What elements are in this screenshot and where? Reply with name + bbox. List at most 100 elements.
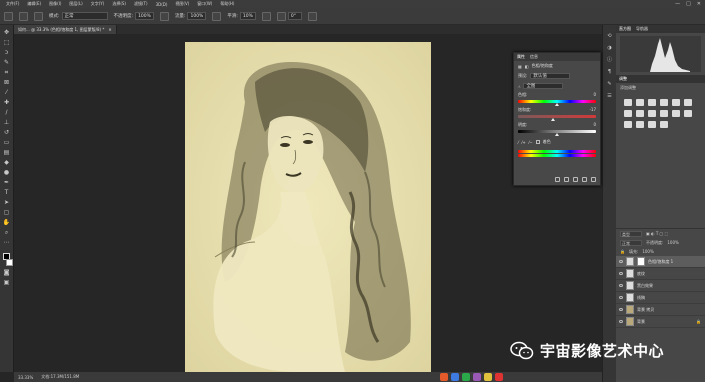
color-balance-icon[interactable] xyxy=(624,110,632,117)
layer-row[interactable]: 底纹 xyxy=(616,268,705,280)
document-tab[interactable]: 如何... @ 33.3% (色相/饱和度 1, 图层蒙版/8) * ✕ xyxy=(14,25,117,34)
color-lookup-icon[interactable] xyxy=(672,110,680,117)
tab-properties[interactable]: 属性 xyxy=(517,54,525,60)
pressure-size-icon[interactable] xyxy=(307,11,317,21)
gradient-map-icon[interactable] xyxy=(648,121,656,128)
target-adjust-icon[interactable]: ☝ xyxy=(518,84,520,89)
layer-row[interactable]: 色相/饱和度 1 xyxy=(616,256,705,268)
tool-preset-icon[interactable] xyxy=(4,11,13,21)
airbrush-icon[interactable] xyxy=(212,11,222,21)
brush-size-picker[interactable] xyxy=(19,11,28,21)
menu-image[interactable]: 图像(I) xyxy=(49,1,61,7)
hue-saturation-icon[interactable] xyxy=(684,99,692,106)
angle-input[interactable]: 0° xyxy=(287,12,302,20)
visibility-eye-icon[interactable] xyxy=(619,284,623,287)
flow-input[interactable]: 100% xyxy=(187,12,207,20)
layer-row[interactable]: 线稿 xyxy=(616,292,705,304)
brush-tool-icon[interactable]: ∕ xyxy=(3,109,11,116)
brush-settings-icon[interactable] xyxy=(34,11,43,21)
hue-value[interactable]: 0 xyxy=(593,92,596,98)
marquee-tool-icon[interactable]: ⬚ xyxy=(3,39,11,46)
channel-select[interactable]: 全图 xyxy=(523,83,564,89)
layer-row[interactable]: 背景 拷贝 xyxy=(616,304,705,316)
menu-file[interactable]: 文件(F) xyxy=(6,1,19,7)
properties-icon[interactable]: ☰ xyxy=(606,93,614,100)
history-icon[interactable]: ⟲ xyxy=(606,33,614,40)
paragraph-icon[interactable]: ¶ xyxy=(606,69,614,76)
menu-edit[interactable]: 编辑(E) xyxy=(27,1,41,7)
layer-opacity-value[interactable]: 100% xyxy=(667,240,678,245)
quick-mask-icon[interactable]: ◙ xyxy=(3,269,11,276)
threshold-icon[interactable] xyxy=(636,121,644,128)
eraser-tool-icon[interactable]: ▭ xyxy=(3,139,11,146)
layer-row[interactable]: 黑白效果 xyxy=(616,280,705,292)
path-select-tool-icon[interactable]: ➤ xyxy=(3,199,11,206)
history-brush-tool-icon[interactable]: ↺ xyxy=(3,129,11,136)
eyedropper-icon[interactable]: ⁄ xyxy=(518,140,519,145)
pen-tool-icon[interactable]: ✒ xyxy=(3,179,11,186)
toggle-visibility-icon[interactable] xyxy=(582,177,587,182)
tab-navigator[interactable]: 导航器 xyxy=(636,26,648,32)
view-previous-icon[interactable] xyxy=(564,177,569,182)
info-icon[interactable]: ⓘ xyxy=(606,57,614,64)
invert-icon[interactable] xyxy=(684,110,692,117)
dodge-tool-icon[interactable]: ● xyxy=(3,169,11,176)
app-icon[interactable] xyxy=(451,373,459,381)
smoothing-input[interactable]: 10% xyxy=(239,12,256,20)
healing-brush-tool-icon[interactable]: ✚ xyxy=(3,99,11,106)
layer-row[interactable]: 背景 🔒 xyxy=(616,316,705,328)
layer-mask-thumbnail[interactable] xyxy=(637,257,645,266)
close-button[interactable]: ✕ xyxy=(697,1,701,7)
lock-icon[interactable]: 🔒 xyxy=(620,249,625,254)
menu-layer[interactable]: 图层(L) xyxy=(69,1,82,7)
mode-select[interactable]: 正常 xyxy=(61,12,108,20)
quick-select-tool-icon[interactable]: ✎ xyxy=(3,59,11,66)
more-tools-icon[interactable]: ⋯ xyxy=(3,239,11,246)
lightness-value[interactable]: 0 xyxy=(593,122,596,128)
posterize-icon[interactable] xyxy=(624,121,632,128)
tab-info[interactable]: 信息 xyxy=(530,54,538,60)
close-tab-icon[interactable]: ✕ xyxy=(108,27,111,32)
hue-slider-knob[interactable] xyxy=(555,103,560,106)
gradient-tool-icon[interactable]: ▤ xyxy=(3,149,11,156)
document-info[interactable]: 文档:17.3M/151.8M xyxy=(41,374,79,380)
visibility-eye-icon[interactable] xyxy=(619,272,623,275)
type-tool-icon[interactable]: T xyxy=(3,189,11,196)
eyedropper-minus-icon[interactable]: ⁄− xyxy=(529,140,533,145)
curves-icon[interactable] xyxy=(648,99,656,106)
brightness-contrast-icon[interactable] xyxy=(624,99,632,106)
visibility-eye-icon[interactable] xyxy=(619,308,623,311)
blur-tool-icon[interactable]: ◆ xyxy=(3,159,11,166)
clone-stamp-tool-icon[interactable]: ⊥ xyxy=(3,119,11,126)
maximize-button[interactable]: □ xyxy=(686,1,691,7)
channel-mixer-icon[interactable] xyxy=(660,110,668,117)
zoom-tool-icon[interactable]: ⌕ xyxy=(3,229,11,236)
selective-color-icon[interactable] xyxy=(660,121,668,128)
menu-3d[interactable]: 3D(D) xyxy=(156,2,168,7)
canvas-image[interactable] xyxy=(185,42,431,372)
zoom-level[interactable]: 33.33% xyxy=(18,375,33,380)
clip-to-layer-icon[interactable] xyxy=(555,177,560,182)
lightness-slider[interactable] xyxy=(518,130,596,136)
menu-filter[interactable]: 滤镜(T) xyxy=(134,1,148,7)
menu-help[interactable]: 帮助(H) xyxy=(220,1,234,7)
levels-icon[interactable] xyxy=(636,99,644,106)
move-tool-icon[interactable]: ✥ xyxy=(3,29,11,36)
eyedropper-plus-icon[interactable]: ⁄+ xyxy=(522,140,526,145)
saturation-value[interactable]: -17 xyxy=(589,107,596,113)
pressure-opacity-icon[interactable] xyxy=(159,11,169,21)
tab-histogram[interactable]: 直方图 xyxy=(619,26,631,32)
photo-filter-icon[interactable] xyxy=(648,110,656,117)
blend-mode-select[interactable]: 正常 xyxy=(620,239,642,246)
saturation-slider[interactable] xyxy=(518,115,596,121)
tab-adjustments[interactable]: 调整 xyxy=(619,76,627,82)
menu-window[interactable]: 窗口(W) xyxy=(197,1,212,7)
crop-tool-icon[interactable]: ⌗ xyxy=(3,69,11,76)
hue-slider[interactable] xyxy=(518,100,596,106)
minimize-button[interactable]: — xyxy=(675,1,680,7)
menu-view[interactable]: 视图(V) xyxy=(175,1,189,7)
visibility-eye-icon[interactable] xyxy=(619,320,623,323)
app-icon[interactable] xyxy=(462,373,470,381)
preset-select[interactable]: 默认值 xyxy=(530,73,571,79)
colorize-checkbox[interactable] xyxy=(535,140,540,144)
